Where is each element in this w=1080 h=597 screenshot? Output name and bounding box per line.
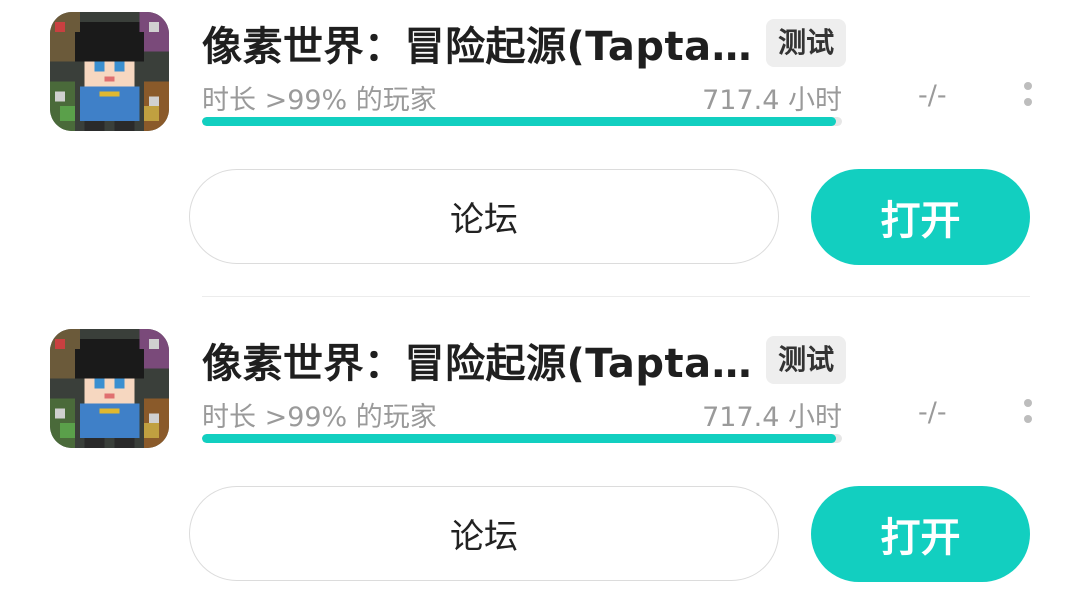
- game-title[interactable]: 像素世界：冒险起源(Tapta…: [202, 331, 752, 389]
- game-list-item: 像素世界：冒险起源(Tapta… 测试 时长 >99% 的玩家 717.4 小时…: [0, 0, 1080, 297]
- playtime-stats: 时长 >99% 的玩家 717.4 小时: [202, 78, 842, 116]
- rating-value: -/-: [918, 397, 947, 428]
- open-button[interactable]: 打开: [811, 169, 1030, 265]
- playtime-progress-bar: [202, 434, 842, 443]
- test-tag-badge: 测试: [766, 336, 847, 384]
- forum-button[interactable]: 论坛: [189, 486, 779, 581]
- forum-button[interactable]: 论坛: [189, 169, 779, 264]
- game-title[interactable]: 像素世界：冒险起源(Tapta…: [202, 14, 752, 72]
- game-list: 像素世界：冒险起源(Tapta… 测试 时长 >99% 的玩家 717.4 小时…: [0, 0, 1080, 597]
- playtime-hours: 717.4 小时: [702, 85, 842, 116]
- pixel-character-icon[interactable]: [50, 12, 169, 131]
- playtime-ratio-label: 时长 >99% 的玩家: [202, 402, 437, 433]
- playtime-progress-fill: [202, 117, 836, 126]
- playtime-progress-fill: [202, 434, 836, 443]
- more-vertical-icon[interactable]: [1018, 80, 1038, 110]
- open-button[interactable]: 打开: [811, 486, 1030, 582]
- divider: [202, 296, 1030, 297]
- more-vertical-icon[interactable]: [1018, 397, 1038, 427]
- playtime-hours: 717.4 小时: [702, 402, 842, 433]
- game-list-item: 像素世界：冒险起源(Tapta… 测试 时长 >99% 的玩家 717.4 小时…: [0, 317, 1080, 597]
- playtime-ratio-label: 时长 >99% 的玩家: [202, 85, 437, 116]
- rating-value: -/-: [918, 80, 947, 111]
- playtime-progress-bar: [202, 117, 842, 126]
- test-tag-badge: 测试: [766, 19, 847, 67]
- title-row: 像素世界：冒险起源(Tapta… 测试: [202, 14, 847, 72]
- title-row: 像素世界：冒险起源(Tapta… 测试: [202, 331, 847, 389]
- pixel-character-icon[interactable]: [50, 329, 169, 448]
- playtime-stats: 时长 >99% 的玩家 717.4 小时: [202, 395, 842, 433]
